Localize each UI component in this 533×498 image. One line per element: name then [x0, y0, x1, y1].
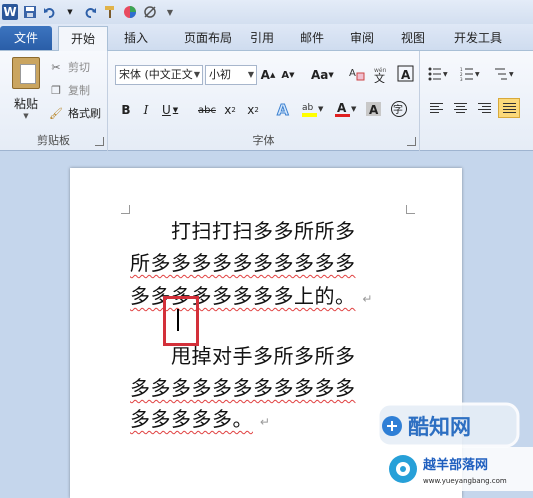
- watermark-logo: 酷知网: [376, 402, 520, 448]
- tab-view[interactable]: 视图: [393, 26, 433, 50]
- watermark-site-name: 越羊部落网: [422, 457, 488, 473]
- justify-icon[interactable]: [498, 98, 520, 118]
- margin-corner-mark: [121, 205, 130, 214]
- paste-label: 粘贴: [13, 97, 38, 111]
- phonetic-guide-icon[interactable]: wén 文: [372, 65, 390, 83]
- clipboard-group-label: 剪贴板: [37, 134, 70, 147]
- strikethrough-button[interactable]: abc: [198, 101, 216, 119]
- change-case-button[interactable]: Aa ▼: [311, 66, 334, 84]
- paragraph-group: ▼ 1 2 3 ▼ ▼: [420, 51, 533, 151]
- paragraph-1-line-1: 打扫打扫多多所所多: [130, 219, 356, 243]
- numbering-icon[interactable]: 1 2 3 ▼: [460, 65, 480, 83]
- dialog-launcher-icon[interactable]: [407, 137, 416, 146]
- chevron-down-icon: ▼: [193, 70, 200, 79]
- quick-access-toolbar: W ▼ ▼: [0, 0, 533, 24]
- enclose-characters-icon[interactable]: 字: [390, 100, 408, 118]
- svg-text:▼: ▼: [443, 71, 448, 78]
- chevron-down-icon: ▼: [23, 112, 29, 120]
- copy-button[interactable]: ❐ 复制: [48, 82, 90, 98]
- format-painter-label: 格式刷: [68, 107, 101, 120]
- clipboard-icon: [12, 57, 40, 89]
- shrink-font-button[interactable]: A ▼: [280, 66, 296, 84]
- paragraph-mark-icon: ↵: [362, 292, 373, 306]
- svg-text:A: A: [349, 68, 356, 79]
- tab-home[interactable]: 开始: [58, 26, 108, 51]
- font-size-select[interactable]: 小初 ▼: [205, 65, 257, 85]
- highlight-color-icon[interactable]: ab ▼: [301, 100, 325, 118]
- paste-button[interactable]: 粘贴 ▼: [6, 57, 46, 120]
- cut-button[interactable]: ✂ 剪切: [48, 59, 90, 75]
- svg-text:A: A: [277, 101, 289, 118]
- paragraph-2-line-3: 多多多多多。 ↵: [130, 407, 271, 431]
- svg-text:▼: ▼: [475, 71, 480, 78]
- watermark-site-url: www.yueyangbang.com: [423, 477, 507, 485]
- scissors-icon: ✂: [51, 60, 61, 74]
- chevron-down-icon: ▼: [247, 70, 254, 79]
- tab-insert[interactable]: 插入: [116, 26, 156, 50]
- tab-file[interactable]: 文件: [0, 26, 52, 50]
- save-icon[interactable]: [22, 4, 38, 20]
- svg-text:ab: ab: [302, 103, 314, 113]
- tab-mailings[interactable]: 邮件: [292, 26, 332, 50]
- ribbon: 粘贴 ▼ ✂ 剪切 ❐ 复制 🖌 格式刷 剪贴板 宋体 (中文正文 ▼ 小初 ▼ A…: [0, 51, 533, 151]
- text-effects-icon[interactable]: A: [274, 100, 294, 119]
- format-painter-button[interactable]: 🖌 格式刷: [48, 105, 101, 121]
- cut-label: 剪切: [68, 61, 90, 74]
- bold-button[interactable]: B: [118, 101, 134, 119]
- brush-icon: 🖌: [49, 106, 63, 120]
- dropdown-arrow-icon[interactable]: ▼: [62, 4, 78, 20]
- align-center-icon[interactable]: [450, 99, 470, 117]
- subscript-button[interactable]: x2: [222, 101, 238, 119]
- tab-page-layout[interactable]: 页面布局: [168, 26, 248, 50]
- svg-text:A: A: [369, 103, 379, 117]
- svg-text:A: A: [337, 101, 347, 115]
- character-shading-icon[interactable]: A: [365, 100, 383, 118]
- paragraph-2-line-1: 甩掉对手多所多所多: [130, 344, 356, 368]
- ribbon-tabs: 文件 开始 插入 页面布局 引用 邮件 审阅 视图 开发工具: [0, 24, 533, 51]
- bullets-icon[interactable]: ▼: [428, 65, 448, 83]
- dialog-launcher-icon[interactable]: [95, 137, 104, 146]
- copy-label: 复制: [68, 84, 90, 97]
- clear-formatting-icon[interactable]: A: [348, 65, 366, 83]
- tab-references[interactable]: 引用: [242, 26, 282, 50]
- italic-button[interactable]: I: [138, 101, 154, 119]
- svg-text:▼: ▼: [509, 71, 514, 78]
- align-left-icon[interactable]: [426, 99, 446, 117]
- font-group-label: 字体: [252, 134, 275, 147]
- tab-developer[interactable]: 开发工具: [446, 26, 510, 50]
- tab-review[interactable]: 审阅: [342, 26, 382, 50]
- svg-text:▼: ▼: [318, 105, 324, 113]
- character-border-icon[interactable]: A: [397, 65, 415, 83]
- copy-icon: ❐: [51, 83, 61, 97]
- paragraph-1-line-2: 所多多多多多多多多多多: [130, 251, 356, 275]
- format-painter-icon[interactable]: [102, 4, 118, 20]
- font-group: 宋体 (中文正文 ▼ 小初 ▼ A ▲ A ▼ Aa ▼ A wén 文 A B I U ▼ …: [108, 51, 420, 151]
- font-name-select[interactable]: 宋体 (中文正文 ▼: [115, 65, 203, 85]
- highlight-box: [163, 296, 199, 346]
- svg-text:▼: ▼: [351, 105, 357, 113]
- grow-font-button[interactable]: A ▲: [260, 66, 276, 84]
- watermark-text: 酷知网: [408, 415, 471, 439]
- undo-icon[interactable]: [42, 4, 58, 20]
- align-right-icon[interactable]: [474, 99, 494, 117]
- customize-icon[interactable]: ▼: [162, 4, 178, 20]
- margin-corner-mark: [406, 205, 415, 214]
- font-color-icon[interactable]: A ▼: [334, 100, 358, 118]
- multilevel-list-icon[interactable]: ▼: [494, 65, 514, 83]
- paragraph-2-line-2: 多多多多多多多多多多多: [130, 376, 356, 400]
- redo-icon[interactable]: [82, 4, 98, 20]
- underline-button[interactable]: U ▼: [162, 101, 178, 119]
- svg-text:字: 字: [393, 103, 403, 116]
- color-wheel-icon[interactable]: [122, 4, 138, 20]
- word-logo-icon: W: [2, 4, 18, 20]
- svg-text:A: A: [401, 68, 411, 82]
- svg-text:3: 3: [460, 77, 463, 81]
- paragraph-mark-icon: ↵: [259, 415, 271, 429]
- watermark-site-logo: 越羊部落网 www.yueyangbang.com: [385, 447, 533, 491]
- svg-text:文: 文: [374, 71, 385, 83]
- clipboard-group: 粘贴 ▼ ✂ 剪切 ❐ 复制 🖌 格式刷 剪贴板: [0, 51, 108, 151]
- superscript-button[interactable]: x2: [245, 101, 261, 119]
- strikethrough-icon[interactable]: [142, 4, 158, 20]
